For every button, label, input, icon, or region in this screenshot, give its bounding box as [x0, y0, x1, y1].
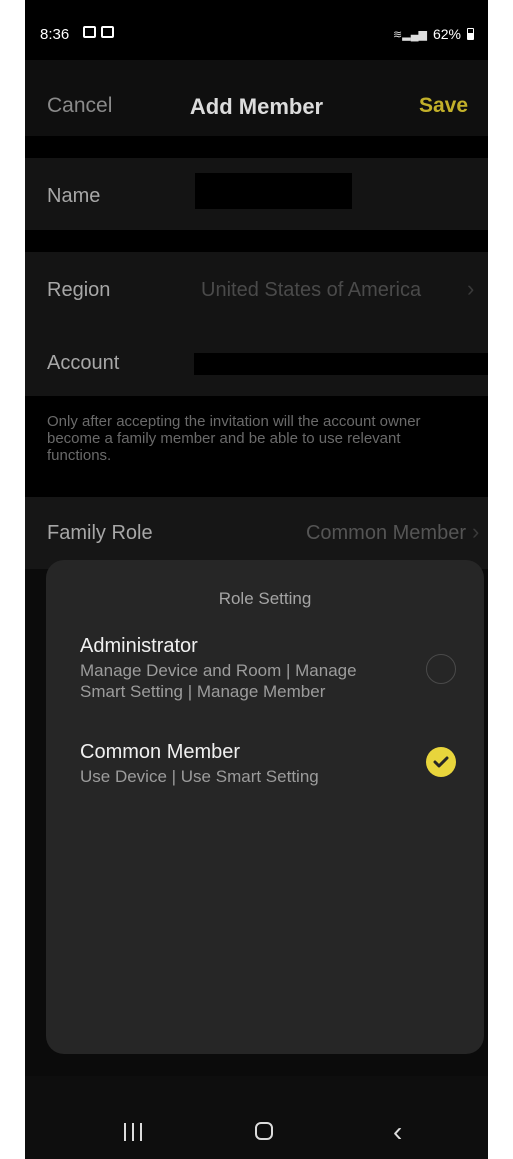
image-icon — [101, 26, 114, 38]
status-bar: 8:36 ≋▂▄▆ 62% — [25, 0, 488, 60]
sheet-title: Role Setting — [218, 589, 312, 608]
name-label: Name — [47, 185, 101, 207]
name-input[interactable] — [195, 173, 352, 209]
family-role-row[interactable]: Family Role Common Member › — [25, 497, 488, 569]
home-button[interactable] — [255, 1122, 273, 1140]
checkmark-icon — [433, 756, 449, 768]
system-nav-bar: ‹ — [25, 1076, 488, 1159]
region-value[interactable]: United States of America — [201, 279, 421, 302]
family-role-value: Common Member — [305, 522, 466, 544]
battery-percent: 62% — [432, 26, 461, 42]
region-label: Region — [47, 279, 111, 301]
option-common-member[interactable]: Common Member Use Device | Use Smart Set… — [80, 740, 470, 787]
signal-icon: ≋▂▄▆ — [393, 28, 427, 41]
radio-administrator[interactable] — [426, 654, 456, 684]
app-header: Cancel Add Member Save — [25, 60, 488, 136]
option-description: Manage Device and Room | Manage Smart Se… — [80, 661, 357, 701]
chevron-right-icon: › — [467, 276, 475, 301]
region-account-group: Region United States of America › Accoun… — [25, 252, 488, 396]
account-label: Account — [47, 352, 120, 374]
status-time: 8:36 — [40, 26, 70, 43]
option-description: Use Device | Use Smart Setting — [80, 767, 319, 786]
recent-apps-button[interactable] — [124, 1123, 142, 1141]
radio-common-member[interactable] — [426, 747, 456, 777]
invitation-note: Only after accepting the invitation will… — [47, 413, 421, 464]
account-input[interactable] — [194, 353, 488, 375]
save-button[interactable]: Save — [419, 94, 468, 118]
status-right: ≋▂▄▆ 62% — [393, 26, 474, 42]
role-setting-sheet: Role Setting Administrator Manage Device… — [46, 560, 484, 1054]
chevron-right-icon: › — [472, 519, 480, 544]
family-role-label: Family Role — [47, 522, 153, 544]
option-title: Administrator — [80, 635, 198, 657]
battery-icon — [467, 28, 474, 40]
name-row[interactable]: Name — [25, 158, 488, 230]
back-button[interactable]: ‹ — [393, 1116, 402, 1148]
phone-screen: 8:36 ≋▂▄▆ 62% Cancel Add Member Save Nam… — [25, 0, 488, 1159]
notification-icons — [83, 26, 114, 38]
option-administrator[interactable]: Administrator Manage Device and Room | M… — [80, 634, 470, 702]
option-title: Common Member — [80, 741, 241, 763]
message-icon — [83, 26, 96, 38]
